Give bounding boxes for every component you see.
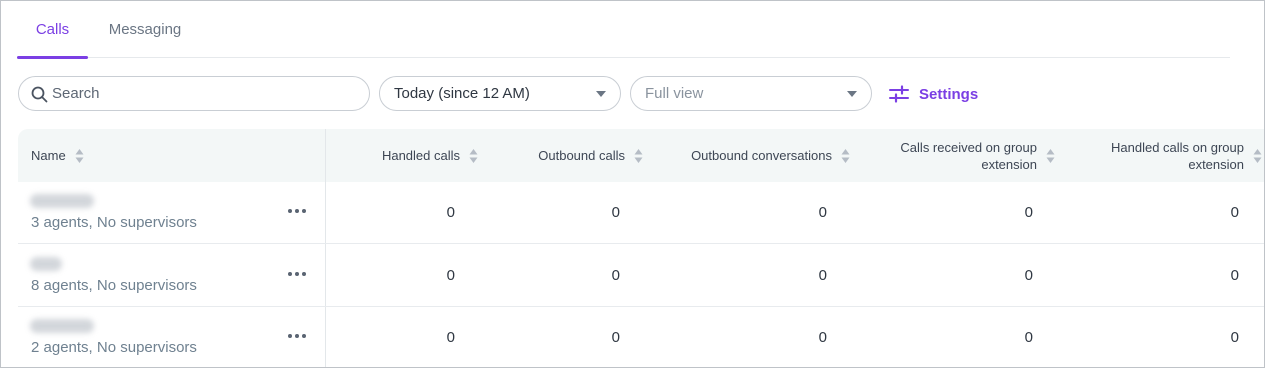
group-name-redacted — [30, 319, 94, 333]
column-header-label: Outbound calls — [538, 148, 625, 163]
view-select-value: Full view — [645, 85, 704, 102]
cell-handled-calls-group: 0 — [1230, 204, 1239, 221]
sort-icon — [634, 148, 643, 163]
search-icon — [31, 86, 48, 103]
column-header-label: Outbound conversations — [691, 148, 832, 163]
sort-icon — [469, 148, 478, 163]
column-header-name[interactable]: Name — [31, 129, 151, 182]
sort-icon — [841, 148, 850, 163]
app-frame: Calls Messaging Today (since 12 AM) Full… — [0, 0, 1265, 368]
table-header: Name Handled calls Outbound calls Outbou… — [18, 129, 1264, 182]
table-row[interactable]: 8 agents, No supervisors 0 0 0 0 0 — [18, 245, 1264, 307]
cell-calls-received-group: 0 — [1024, 267, 1033, 284]
table-row[interactable]: 2 agents, No supervisors 0 0 0 0 0 — [18, 307, 1264, 367]
sort-icon — [75, 148, 84, 163]
cell-outbound-calls: 0 — [611, 329, 620, 346]
sliders-icon — [889, 85, 909, 103]
column-header-handled-calls[interactable]: Handled calls — [358, 129, 478, 182]
column-header-label: Handled calls — [381, 148, 460, 163]
chevron-down-icon — [596, 91, 606, 97]
table-row[interactable]: 3 agents, No supervisors 0 0 0 0 0 — [18, 182, 1264, 244]
more-options-button[interactable] — [285, 329, 309, 343]
cell-outbound-conversations: 0 — [818, 329, 827, 346]
cell-calls-received-group: 0 — [1024, 204, 1033, 221]
search-box[interactable] — [18, 76, 370, 111]
cell-handled-calls-group: 0 — [1230, 267, 1239, 284]
more-options-button[interactable] — [285, 267, 309, 281]
view-select[interactable]: Full view — [630, 76, 872, 111]
sort-icon — [1253, 148, 1262, 163]
cell-handled-calls: 0 — [446, 204, 455, 221]
cell-outbound-conversations: 0 — [818, 267, 827, 284]
group-name-redacted — [30, 257, 62, 271]
period-select-value: Today (since 12 AM) — [394, 85, 530, 102]
period-select[interactable]: Today (since 12 AM) — [379, 76, 621, 111]
column-header-label: Calls received on group extension — [900, 139, 1037, 172]
chevron-down-icon — [847, 91, 857, 97]
cell-handled-calls: 0 — [446, 267, 455, 284]
settings-label: Settings — [919, 85, 979, 103]
cell-handled-calls: 0 — [446, 329, 455, 346]
column-header-label: Handled calls on group extension — [1111, 139, 1244, 172]
column-header-handled-calls-group[interactable]: Handled calls on group extension — [1073, 129, 1262, 182]
group-members-summary: 2 agents, No supervisors — [31, 339, 197, 356]
cell-outbound-calls: 0 — [611, 267, 620, 284]
stats-table: Name Handled calls Outbound calls Outbou… — [18, 129, 1264, 367]
sort-icon — [1046, 148, 1055, 163]
cell-calls-received-group: 0 — [1024, 329, 1033, 346]
cell-outbound-calls: 0 — [611, 204, 620, 221]
group-name-redacted — [30, 194, 94, 208]
column-header-outbound-conversations[interactable]: Outbound conversations — [658, 129, 850, 182]
cell-handled-calls-group: 0 — [1230, 329, 1239, 346]
tab-calls[interactable]: Calls — [17, 1, 88, 59]
settings-button[interactable]: Settings — [889, 81, 978, 107]
more-options-button[interactable] — [285, 204, 309, 218]
group-members-summary: 3 agents, No supervisors — [31, 214, 197, 231]
tab-messaging[interactable]: Messaging — [104, 1, 186, 58]
column-header-label: Name — [31, 148, 66, 163]
tab-bar: Calls Messaging — [17, 1, 1230, 59]
cell-outbound-conversations: 0 — [818, 204, 827, 221]
column-header-calls-received-group[interactable]: Calls received on group extension — [867, 129, 1055, 182]
group-members-summary: 8 agents, No supervisors — [31, 277, 197, 294]
column-header-outbound-calls[interactable]: Outbound calls — [504, 129, 643, 182]
search-input[interactable] — [52, 77, 352, 110]
